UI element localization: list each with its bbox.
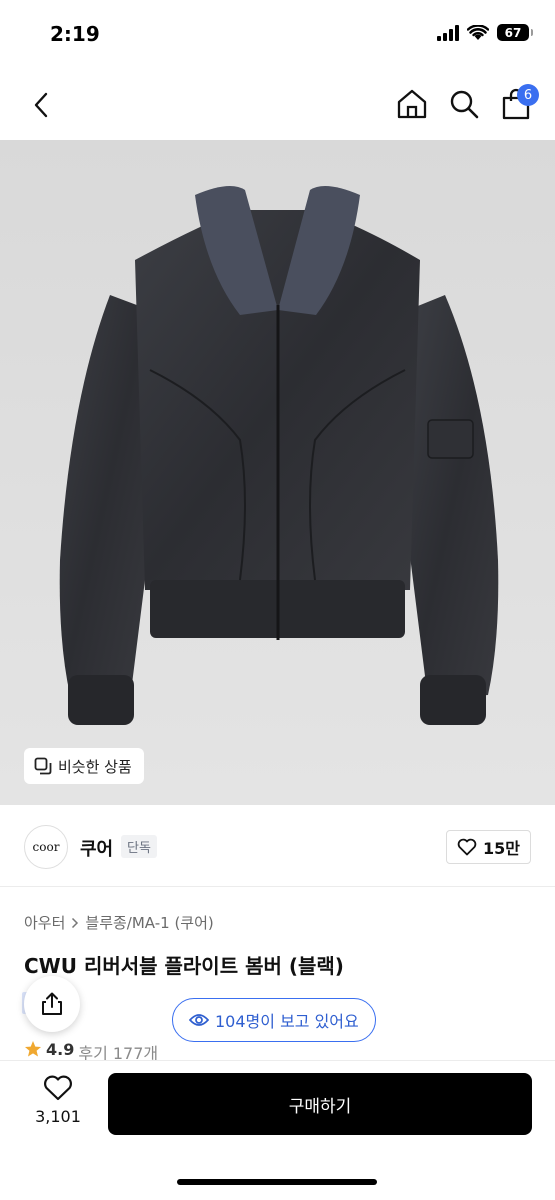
- share-button[interactable]: [24, 976, 80, 1032]
- search-button[interactable]: [447, 84, 481, 124]
- review-count: 후기 177개: [78, 1044, 159, 1062]
- nav-actions: 6: [395, 84, 539, 124]
- brand-name[interactable]: 쿠어: [80, 835, 113, 861]
- product-image[interactable]: 비슷한 상품: [0, 140, 555, 805]
- rating-row[interactable]: 4.9 후기 177개: [24, 1040, 158, 1062]
- wifi-icon: [467, 24, 489, 40]
- heart-icon: [44, 1075, 72, 1101]
- similar-label: 비슷한 상품: [58, 757, 132, 776]
- chevron-right-icon: [72, 917, 79, 928]
- breadcrumb-item-category[interactable]: 블루종/MA-1 (쿠어): [85, 912, 213, 933]
- breadcrumb-item-outer[interactable]: 아우터: [24, 912, 65, 933]
- cart-count-badge: 6: [517, 84, 539, 106]
- rating-value: 4.9: [46, 1040, 75, 1059]
- exclusive-tag: 단독: [121, 835, 157, 858]
- home-icon: [397, 89, 427, 119]
- brand-logo[interactable]: coor: [24, 825, 68, 869]
- battery-icon: 67: [497, 24, 533, 41]
- breadcrumb: 아우터 블루종/MA-1 (쿠어): [24, 912, 214, 933]
- back-button[interactable]: [24, 88, 58, 122]
- heart-icon: [457, 838, 477, 856]
- brand-row: coor 쿠어 단독 15만: [0, 805, 555, 887]
- nav-bar: 6: [0, 70, 555, 140]
- wishlist-button[interactable]: 3,101: [28, 1075, 88, 1135]
- status-time: 2:19: [50, 22, 100, 46]
- status-bar: 2:19 67: [0, 0, 555, 70]
- similar-products-button[interactable]: 비슷한 상품: [24, 748, 144, 784]
- similar-icon: [34, 757, 52, 775]
- jacket-photo: [0, 140, 555, 805]
- share-icon: [42, 992, 62, 1015]
- brand-like-count: 15만: [483, 839, 520, 858]
- buy-button[interactable]: 구매하기: [108, 1073, 532, 1135]
- wishlist-count: 3,101: [35, 1107, 81, 1126]
- status-icons: 67: [437, 24, 533, 41]
- viewers-label: 104명이 보고 있어요: [215, 1012, 359, 1031]
- home-button[interactable]: [395, 84, 429, 124]
- star-icon: [25, 1041, 41, 1057]
- home-indicator: [177, 1179, 377, 1185]
- search-icon: [450, 90, 479, 119]
- signal-icon: [437, 24, 459, 41]
- bottom-action-bar: 3,101 구매하기: [0, 1060, 555, 1200]
- cart-button[interactable]: 6: [499, 84, 539, 124]
- back-icon: [34, 92, 48, 118]
- brand-like-button[interactable]: 15만: [446, 830, 531, 864]
- eye-icon: [189, 1014, 209, 1026]
- product-title: CWU 리버서블 플라이트 봄버 (블랙): [24, 954, 344, 978]
- viewers-badge: 104명이 보고 있어요: [172, 998, 376, 1042]
